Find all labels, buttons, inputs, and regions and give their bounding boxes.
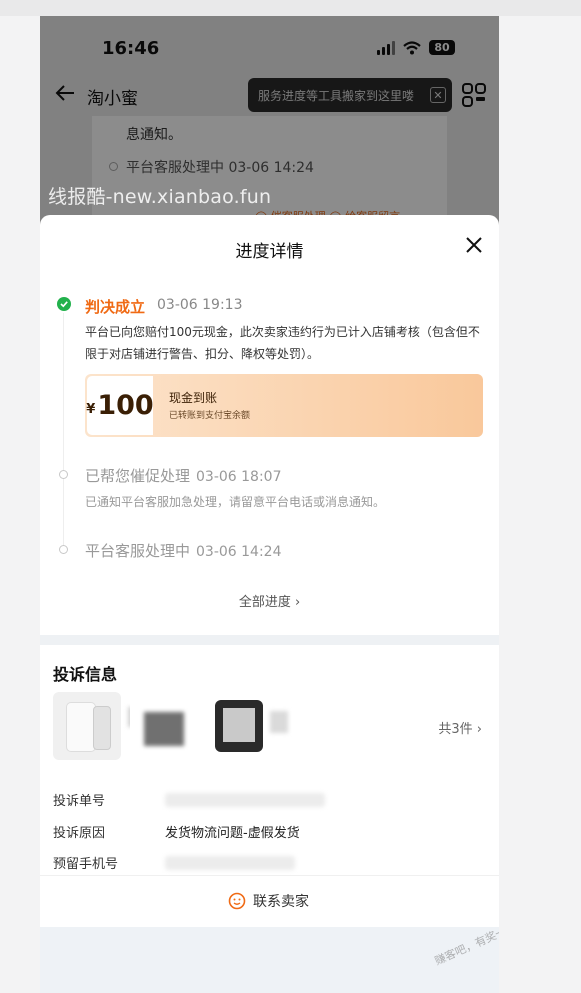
cash-subtitle: 已转账到支付宝余额 [169,411,251,421]
check-icon [57,297,71,311]
phone-number-value [165,856,295,870]
step-time: 03-06 19:13 [157,297,243,313]
timeline-line [63,313,64,553]
cash-amount-box: ¥ 100 [86,376,154,435]
page-top-band [0,0,581,16]
product-thumbnail[interactable] [130,692,198,760]
progress-sheet: 进度详情 判决成立 03-06 19:13 平台已向您赔付100元现金，此次卖家… [40,215,499,635]
phone-screen: 息通知。 平台客服处理中 03-06 14:24 ◯ 催客服处理 ◯ 给客服留言… [40,16,499,993]
contact-seller-label: 联系卖家 [253,894,309,910]
product-thumbnail[interactable] [53,692,121,760]
complaint-info-title: 投诉信息 [53,665,118,684]
step-title-text: 已帮您催促处理 [85,467,191,485]
step-time: 03-06 18:07 [196,469,282,485]
currency-symbol: ¥ [86,402,96,417]
blurred-image [270,711,288,733]
close-icon [466,237,482,253]
complaint-info-section: 投诉信息 共3件 › 投诉单号 投诉原因 发货物流问题-虚假发货 预留手机号 [40,645,499,875]
smile-chat-icon [228,892,246,910]
phone-number-label: 预留手机号 [53,857,119,872]
total-items-link[interactable]: 共3件 › [438,718,482,737]
contact-seller-button[interactable]: 联系卖家 [228,891,309,911]
complaint-number-label: 投诉单号 [53,794,106,809]
step-title: 判决成立 [85,298,146,316]
complaint-reason-label: 投诉原因 [53,826,106,841]
section-divider [40,635,499,645]
cash-title: 现金到账 [169,391,218,405]
step-description: 已通知平台客服加急处理，请留意平台电话或消息通知。 [85,495,386,509]
cash-card: ¥ 100 现金到账 已转账到支付宝余额 [85,374,483,437]
timeline-dot [59,470,68,479]
step-description: 平台已向您赔付100元现金，此次卖家违约行为已计入店铺考核（包含但不限于对店铺进… [85,325,480,361]
site-watermark: 线报酷-new.xianbao.fun [48,186,272,208]
sheet-title: 进度详情 [235,242,304,262]
product-thumbnail[interactable] [205,692,273,760]
close-button[interactable] [462,233,486,257]
modal-overlay[interactable] [40,16,499,246]
contact-seller-bar: 联系卖家 [40,875,499,927]
timeline-dot [59,545,68,554]
cash-amount: 100 [97,390,154,421]
step-title: 平台客服处理中 03-06 14:24 [85,540,282,561]
bottom-area [40,927,499,993]
all-progress-link[interactable]: 全部进度 › [40,591,499,610]
complaint-number-value [165,793,325,807]
step-time: 03-06 14:24 [196,544,282,560]
step-title-text: 平台客服处理中 [85,542,191,560]
step-title: 已帮您催促处理 03-06 18:07 [85,465,282,486]
complaint-reason-value: 发货物流问题-虚假发货 [165,826,300,841]
